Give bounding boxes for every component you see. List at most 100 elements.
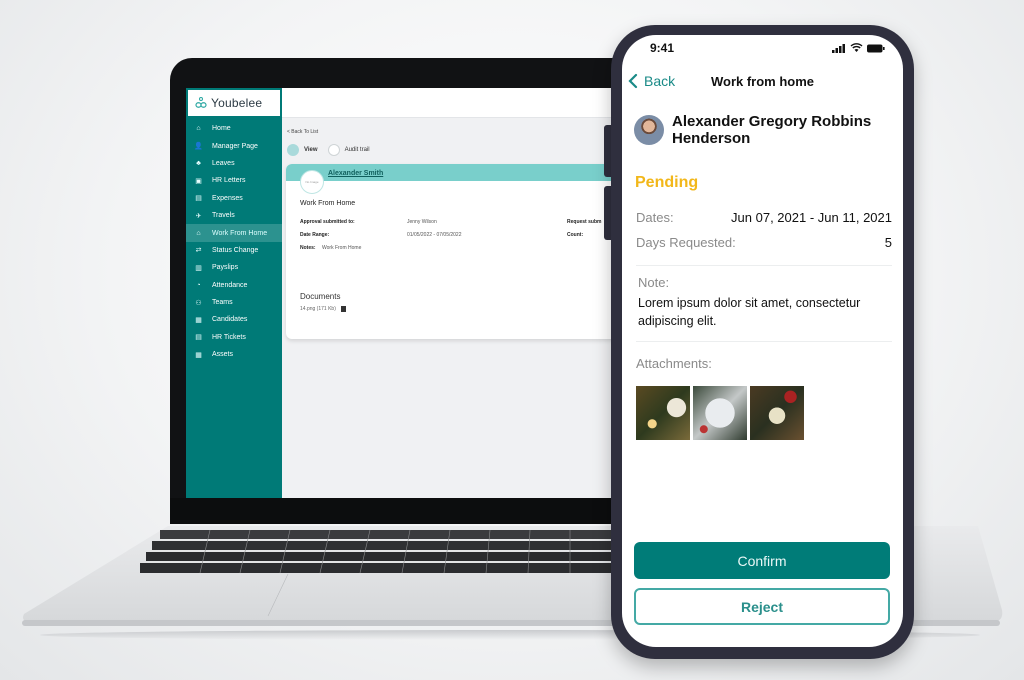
employee-name-link[interactable]: Alexander Smith bbox=[328, 170, 383, 177]
sidebar-item-label: Leaves bbox=[212, 159, 235, 167]
dates-label: Dates: bbox=[636, 210, 674, 225]
sidebar-item-candidates[interactable]: ▦ Candidates bbox=[186, 311, 282, 328]
employee-profile: Alexander Gregory Robbins Henderson bbox=[634, 113, 892, 147]
divider bbox=[636, 265, 892, 266]
laptop-screen: Youbelee ⌂ Home 👤 Manager Page ♣ Leaves ▣ HR Le… bbox=[186, 88, 626, 498]
sidebar-item-hr-letters[interactable]: ▣ HR Letters bbox=[186, 172, 282, 189]
notes-value: Work From Home bbox=[322, 245, 362, 251]
ticket-icon: ▤ bbox=[195, 334, 202, 342]
count-label: Count: bbox=[567, 232, 584, 238]
leaves-icon: ♣ bbox=[196, 159, 201, 167]
request-card: Alexander Smith No Image Work From Home … bbox=[286, 164, 626, 339]
divider bbox=[636, 341, 892, 342]
days-requested-value: 5 bbox=[884, 235, 892, 250]
sidebar-nav: ⌂ Home 👤 Manager Page ♣ Leaves ▣ HR Letters ▤ Exp… bbox=[186, 120, 282, 363]
sidebar-item-label: Travels bbox=[212, 212, 235, 220]
tab-audit-trail[interactable]: Audit trail bbox=[345, 147, 370, 153]
approval-value: Jenny Wilson bbox=[407, 219, 437, 225]
keyboard bbox=[140, 530, 620, 574]
attachment-thumbnail[interactable] bbox=[693, 386, 747, 440]
view-tabs: View Audit trail bbox=[287, 144, 370, 156]
sidebar-item-manager-page[interactable]: 👤 Manager Page bbox=[186, 137, 282, 154]
home-icon: ⌂ bbox=[196, 125, 201, 133]
candidates-icon: ▦ bbox=[195, 316, 202, 324]
sidebar-item-label: Payslips bbox=[212, 264, 239, 272]
request-submitted-label: Request subm bbox=[567, 219, 602, 225]
sidebar-item-label: HR Tickets bbox=[212, 333, 246, 341]
sidebar-item-expenses[interactable]: ▤ Expenses bbox=[186, 190, 282, 207]
brand-name: Youbelee bbox=[211, 96, 263, 110]
note-label: Note: bbox=[638, 275, 670, 290]
sidebar-item-label: Expenses bbox=[212, 194, 243, 202]
wifi-icon bbox=[850, 43, 863, 52]
tab-view-radio[interactable] bbox=[287, 144, 299, 156]
battery-icon bbox=[867, 44, 885, 52]
avatar bbox=[634, 115, 664, 145]
sidebar-item-label: Candidates bbox=[212, 316, 248, 324]
sidebar-item-label: Manager Page bbox=[212, 142, 258, 150]
sidebar-item-teams[interactable]: ⚇ Teams bbox=[186, 294, 282, 311]
request-type-title: Work From Home bbox=[300, 200, 356, 207]
sidebar-item-travels[interactable]: ✈ Travels bbox=[186, 207, 282, 224]
sidebar-item-label: Teams bbox=[212, 299, 233, 307]
sidebar-item-home[interactable]: ⌂ Home bbox=[186, 120, 282, 137]
user-check-icon: 👤 bbox=[194, 143, 203, 151]
sidebar-item-status-change[interactable]: ⇄ Status Change bbox=[186, 242, 282, 259]
status-badge: Pending bbox=[635, 174, 699, 191]
attachment-thumbnail[interactable] bbox=[636, 386, 690, 440]
attachments-label: Attachments: bbox=[636, 356, 712, 371]
employee-name: Alexander Gregory Robbins Henderson bbox=[672, 113, 872, 147]
teams-icon: ⚇ bbox=[195, 299, 202, 307]
signal-icon bbox=[832, 43, 845, 53]
sidebar: Youbelee ⌂ Home 👤 Manager Page ♣ Leaves ▣ HR Le… bbox=[186, 88, 282, 498]
sidebar-item-label: Assets bbox=[212, 351, 234, 359]
id-card-icon: ▣ bbox=[195, 177, 202, 185]
sidebar-item-work-from-home[interactable]: ⌂ Work From Home bbox=[186, 224, 282, 242]
note-text: Lorem ipsum dolor sit amet, consectetur … bbox=[638, 296, 861, 328]
attendance-icon: ◔ bbox=[196, 281, 201, 289]
dates-row: Dates: Jun 07, 2021 - Jun 11, 2021 bbox=[636, 210, 892, 225]
laptop-chin bbox=[170, 498, 640, 524]
sidebar-item-label: Attendance bbox=[212, 281, 248, 289]
nav-bar: Back Work from home bbox=[622, 73, 903, 93]
status-change-icon: ⇄ bbox=[195, 247, 202, 255]
document-item[interactable]: 14.png (171 Kb) bbox=[300, 306, 346, 312]
notes-label: Notes: bbox=[300, 245, 316, 251]
sidebar-item-assets[interactable]: ▦ Assets bbox=[186, 346, 282, 363]
tab-view[interactable]: View bbox=[304, 147, 318, 153]
status-bar: 9:41 bbox=[622, 41, 903, 57]
card-header: Alexander Smith bbox=[286, 164, 626, 181]
plane-icon: ✈ bbox=[195, 212, 202, 220]
document-icon: ▥ bbox=[195, 264, 202, 272]
days-row: Days Requested: 5 bbox=[636, 235, 892, 250]
status-time: 9:41 bbox=[650, 41, 675, 55]
reject-button[interactable]: Reject bbox=[634, 588, 890, 625]
tab-audit-trail-radio[interactable] bbox=[327, 144, 340, 156]
logo[interactable]: Youbelee bbox=[186, 88, 282, 118]
home-work-icon: ⌂ bbox=[196, 229, 201, 237]
days-requested-label: Days Requested: bbox=[636, 235, 736, 250]
attachments-list bbox=[636, 386, 804, 440]
sidebar-item-leaves[interactable]: ♣ Leaves bbox=[186, 155, 282, 172]
date-range-value: 01/05/2022 - 07/05/2022 bbox=[407, 232, 462, 238]
phone-screen: 9:41 Back Work from home Alexander Grego… bbox=[622, 35, 903, 647]
sidebar-item-payslips[interactable]: ▥ Payslips bbox=[186, 259, 282, 276]
sidebar-item-hr-tickets[interactable]: ▤ HR Tickets bbox=[186, 329, 282, 346]
document-filename[interactable]: 14.png (171 Kb) bbox=[300, 306, 336, 312]
back-to-list-link[interactable]: < Back To List bbox=[287, 129, 318, 135]
employee-avatar: No Image bbox=[300, 170, 324, 194]
attachment-thumbnail[interactable] bbox=[750, 386, 804, 440]
date-range-label: Date Range: bbox=[300, 232, 330, 238]
receipt-icon: ▤ bbox=[195, 195, 202, 203]
approval-label: Approval submitted to: bbox=[300, 219, 355, 225]
assets-icon: ▦ bbox=[195, 351, 202, 359]
sidebar-item-label: Home bbox=[212, 125, 231, 133]
sidebar-item-label: Status Change bbox=[212, 246, 259, 254]
sidebar-item-attendance[interactable]: ◔ Attendance bbox=[186, 277, 282, 294]
confirm-button[interactable]: Confirm bbox=[634, 542, 890, 579]
screen-title: Work from home bbox=[710, 74, 815, 89]
file-icon[interactable] bbox=[340, 306, 346, 312]
documents-title: Documents bbox=[300, 292, 341, 301]
dates-value: Jun 07, 2021 - Jun 11, 2021 bbox=[731, 210, 892, 225]
top-bar bbox=[282, 88, 626, 118]
